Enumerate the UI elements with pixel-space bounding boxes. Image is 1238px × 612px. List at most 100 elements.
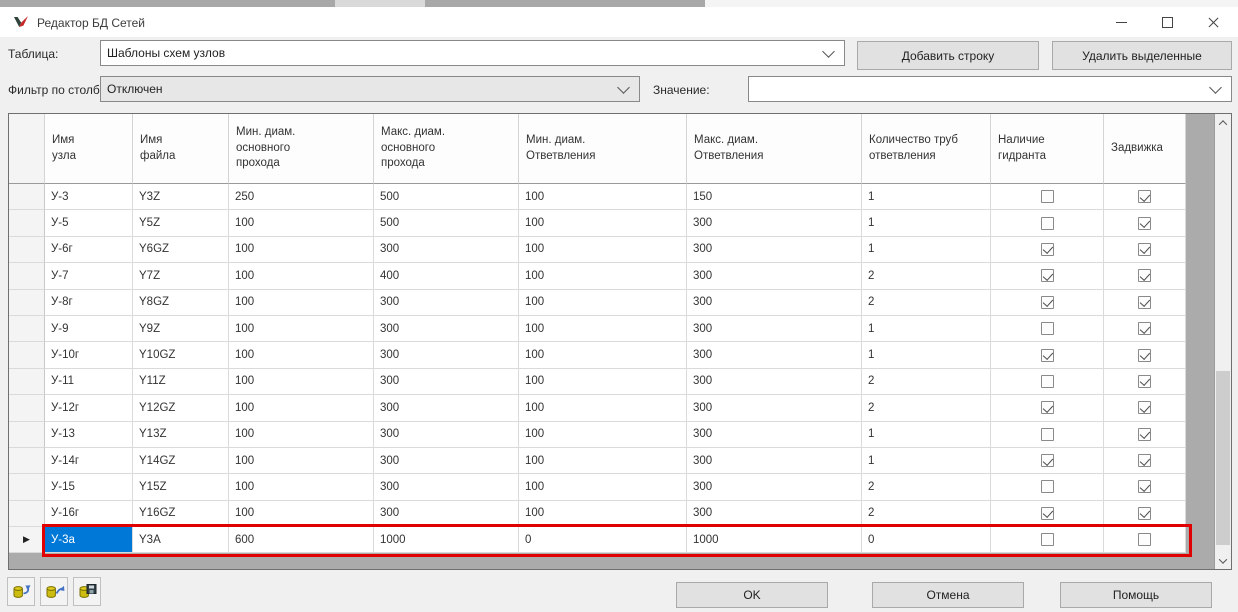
- cell-max_main[interactable]: 300: [374, 395, 519, 421]
- cell-min_branch[interactable]: 100: [519, 501, 687, 527]
- scrollbar-thumb[interactable]: [1216, 371, 1230, 545]
- row-selector-cell[interactable]: [9, 184, 45, 210]
- cell-max_main[interactable]: 300: [374, 422, 519, 448]
- save-db-button[interactable]: [73, 577, 101, 606]
- chevron-down-icon[interactable]: [1209, 81, 1222, 94]
- row-selector-cell[interactable]: [9, 395, 45, 421]
- cell-valve[interactable]: [1104, 395, 1186, 421]
- cell-name[interactable]: У-14г: [45, 448, 133, 474]
- cell-pipe_count[interactable]: 1: [862, 448, 991, 474]
- cell-valve[interactable]: [1104, 210, 1186, 236]
- hydrant-checkbox[interactable]: [1041, 349, 1054, 362]
- cancel-button[interactable]: Отмена: [872, 582, 1024, 608]
- cell-min_main[interactable]: 100: [229, 316, 374, 342]
- cell-pipe_count[interactable]: 1: [862, 316, 991, 342]
- row-selector-cell[interactable]: [9, 474, 45, 500]
- cell-min_main[interactable]: 100: [229, 501, 374, 527]
- table-row[interactable]: У-6гY6GZ1003001003001: [9, 237, 1231, 263]
- cell-valve[interactable]: [1104, 237, 1186, 263]
- cell-hydrant[interactable]: [991, 210, 1104, 236]
- cell-hydrant[interactable]: [991, 527, 1104, 553]
- cell-max_branch[interactable]: 300: [687, 501, 862, 527]
- vertical-scrollbar[interactable]: [1214, 114, 1231, 569]
- cell-min_main[interactable]: 100: [229, 369, 374, 395]
- table-row[interactable]: У-5Y5Z1005001003001: [9, 210, 1231, 236]
- cell-max_main[interactable]: 300: [374, 474, 519, 500]
- cell-file[interactable]: Y9Z: [133, 316, 229, 342]
- table-select-combobox[interactable]: Шаблоны схем узлов: [100, 40, 845, 66]
- redo-db-button[interactable]: [40, 577, 68, 606]
- cell-name[interactable]: У-8г: [45, 290, 133, 316]
- cell-min_branch[interactable]: 100: [519, 422, 687, 448]
- cell-name[interactable]: У-12г: [45, 395, 133, 421]
- cell-min_branch[interactable]: 100: [519, 474, 687, 500]
- cell-hydrant[interactable]: [991, 290, 1104, 316]
- cell-max_main[interactable]: 1000: [374, 527, 519, 553]
- cell-max_branch[interactable]: 300: [687, 316, 862, 342]
- help-button[interactable]: Помощь: [1060, 582, 1212, 608]
- cell-max_branch[interactable]: 300: [687, 395, 862, 421]
- cell-max_main[interactable]: 300: [374, 290, 519, 316]
- hydrant-checkbox[interactable]: [1041, 480, 1054, 493]
- row-selector-cell[interactable]: [9, 501, 45, 527]
- cell-name[interactable]: У-7: [45, 263, 133, 289]
- valve-checkbox[interactable]: [1138, 533, 1151, 546]
- header-valve[interactable]: Задвижка: [1104, 114, 1186, 184]
- hydrant-checkbox[interactable]: [1041, 217, 1054, 230]
- row-selector-cell[interactable]: ▶: [9, 527, 45, 553]
- row-selector-cell[interactable]: [9, 290, 45, 316]
- scroll-up-button[interactable]: [1215, 114, 1231, 131]
- cell-min_main[interactable]: 100: [229, 342, 374, 368]
- cell-max_main[interactable]: 300: [374, 342, 519, 368]
- cell-max_branch[interactable]: 300: [687, 369, 862, 395]
- cell-min_main[interactable]: 100: [229, 210, 374, 236]
- cell-name[interactable]: У-5: [45, 210, 133, 236]
- cell-valve[interactable]: [1104, 422, 1186, 448]
- hydrant-checkbox[interactable]: [1041, 401, 1054, 414]
- cell-hydrant[interactable]: [991, 369, 1104, 395]
- cell-valve[interactable]: [1104, 342, 1186, 368]
- cell-max_branch[interactable]: 150: [687, 184, 862, 210]
- cell-file[interactable]: Y16GZ: [133, 501, 229, 527]
- header-min-main-diameter[interactable]: Мин. диам. основного прохода: [229, 114, 374, 184]
- hydrant-checkbox[interactable]: [1041, 375, 1054, 388]
- cell-name[interactable]: У-16г: [45, 501, 133, 527]
- table-row[interactable]: У-10гY10GZ1003001003001: [9, 342, 1231, 368]
- table-row[interactable]: У-14гY14GZ1003001003001: [9, 448, 1231, 474]
- cell-max_main[interactable]: 300: [374, 237, 519, 263]
- cell-min_branch[interactable]: 100: [519, 395, 687, 421]
- cell-min_main[interactable]: 100: [229, 474, 374, 500]
- maximize-button[interactable]: [1144, 7, 1190, 37]
- hydrant-checkbox[interactable]: [1041, 322, 1054, 335]
- hydrant-checkbox[interactable]: [1041, 243, 1054, 256]
- valve-checkbox[interactable]: [1138, 217, 1151, 230]
- cell-min_main[interactable]: 250: [229, 184, 374, 210]
- cell-min_main[interactable]: 100: [229, 422, 374, 448]
- cell-valve[interactable]: [1104, 369, 1186, 395]
- cell-pipe_count[interactable]: 2: [862, 369, 991, 395]
- cell-pipe_count[interactable]: 0: [862, 527, 991, 553]
- cell-pipe_count[interactable]: 1: [862, 210, 991, 236]
- cell-max_main[interactable]: 300: [374, 369, 519, 395]
- cell-pipe_count[interactable]: 2: [862, 395, 991, 421]
- cell-min_main[interactable]: 100: [229, 395, 374, 421]
- table-row[interactable]: У-8гY8GZ1003001003002: [9, 290, 1231, 316]
- valve-checkbox[interactable]: [1138, 243, 1151, 256]
- row-selector-cell[interactable]: [9, 342, 45, 368]
- cell-file[interactable]: Y10GZ: [133, 342, 229, 368]
- cell-max_branch[interactable]: 1000: [687, 527, 862, 553]
- cell-min_main[interactable]: 100: [229, 448, 374, 474]
- cell-pipe_count[interactable]: 1: [862, 237, 991, 263]
- hydrant-checkbox[interactable]: [1041, 533, 1054, 546]
- cell-file[interactable]: Y13Z: [133, 422, 229, 448]
- header-file-name[interactable]: Имя файла: [133, 114, 229, 184]
- cell-name[interactable]: У-3а: [45, 527, 133, 553]
- cell-max_branch[interactable]: 300: [687, 210, 862, 236]
- table-row[interactable]: У-11Y11Z1003001003002: [9, 369, 1231, 395]
- table-row[interactable]: У-15Y15Z1003001003002: [9, 474, 1231, 500]
- row-selector-cell[interactable]: [9, 369, 45, 395]
- cell-max_branch[interactable]: 300: [687, 474, 862, 500]
- cell-valve[interactable]: [1104, 316, 1186, 342]
- valve-checkbox[interactable]: [1138, 428, 1151, 441]
- delete-selected-button[interactable]: Удалить выделенные: [1052, 41, 1232, 70]
